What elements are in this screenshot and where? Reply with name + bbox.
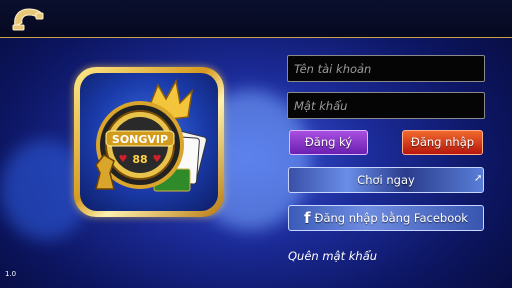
svg-text:♥: ♥ bbox=[153, 154, 162, 165]
logo-brand-text: SONGVIP bbox=[112, 133, 168, 146]
logo-number-text: 88 bbox=[132, 153, 147, 166]
forgot-password-link[interactable]: Quên mật khẩu bbox=[288, 249, 377, 263]
username-field[interactable] bbox=[287, 55, 485, 82]
facebook-icon: f bbox=[304, 209, 311, 227]
register-button[interactable]: Đăng ký bbox=[289, 130, 368, 155]
arrow-icon: ➚ bbox=[474, 173, 483, 184]
play-now-button[interactable]: Chơi ngay bbox=[288, 167, 484, 193]
phone-icon[interactable] bbox=[9, 6, 45, 32]
game-logo: SONGVIP ♥ ♥ 88 bbox=[74, 67, 224, 217]
facebook-login-button[interactable]: f Đăng nhập bằng Facebook bbox=[288, 205, 484, 231]
facebook-login-label: Đăng nhập bằng Facebook bbox=[314, 211, 468, 225]
login-button[interactable]: Đăng nhập bbox=[402, 130, 483, 155]
password-field[interactable] bbox=[287, 92, 485, 119]
svg-text:♥: ♥ bbox=[119, 154, 128, 165]
top-bar bbox=[0, 0, 512, 38]
play-now-label: Chơi ngay bbox=[357, 173, 415, 187]
logo-artwork: SONGVIP ♥ ♥ 88 bbox=[80, 73, 218, 211]
version-label: 1.0 bbox=[5, 270, 17, 278]
